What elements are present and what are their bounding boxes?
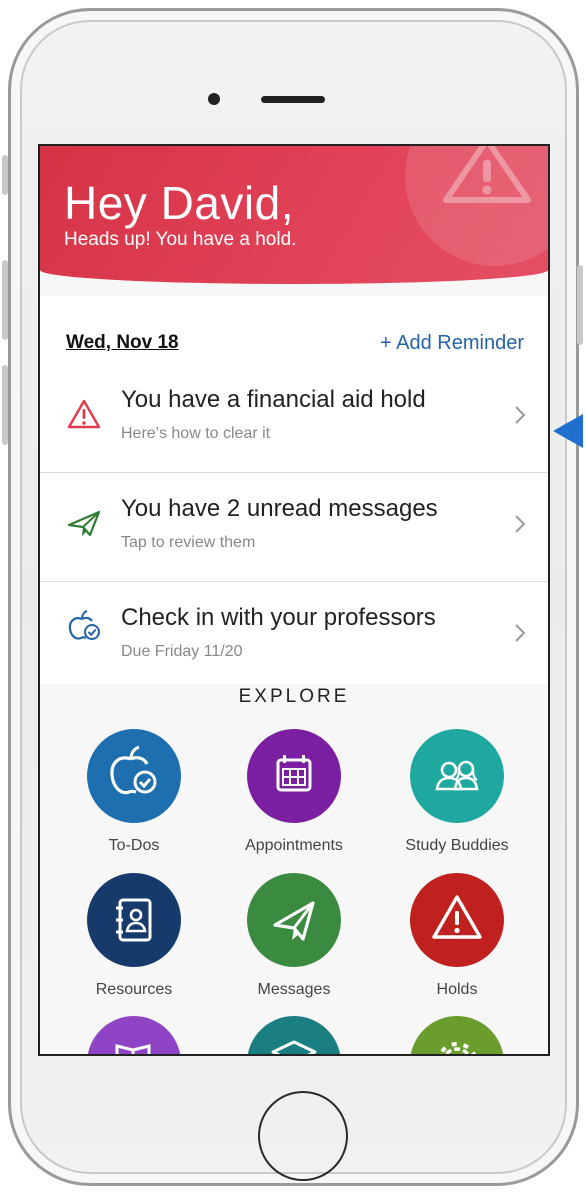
task-subtitle: Here’s how to clear it — [121, 425, 271, 442]
hero-banner: Hey David, Heads up! You have a hold. — [40, 146, 548, 284]
chevron-right-icon — [515, 624, 526, 642]
graduation-cap-icon — [271, 1040, 317, 1054]
task-title: Check in with your professors — [121, 604, 436, 631]
task-subtitle: Due Friday 11/20 — [121, 643, 243, 660]
people-icon — [435, 760, 479, 791]
task-row-financial-hold[interactable]: You have a financial aid hold Here’s how… — [40, 364, 548, 473]
messages-icon-circle — [247, 873, 341, 967]
warning-icon — [432, 895, 482, 939]
resources-icon-circle — [87, 873, 181, 967]
tile-label: Resources — [95, 981, 173, 998]
front-camera — [208, 93, 220, 105]
settings-icon-circle — [410, 1016, 504, 1054]
warning-icon — [443, 146, 531, 203]
tile-holds[interactable]: Holds — [378, 873, 528, 1023]
tile-label: To-Dos — [108, 837, 160, 854]
study-buddies-icon-circle — [410, 729, 504, 823]
library-icon-circle — [87, 1016, 181, 1054]
home-button[interactable] — [258, 1091, 348, 1181]
tile-label: Appointments — [245, 837, 343, 854]
tile-resources[interactable]: Resources — [55, 873, 205, 1023]
task-title: You have 2 unread messages — [121, 495, 438, 522]
app-screen: Hey David, Heads up! You have a hold. We… — [38, 144, 550, 1056]
task-row-unread-messages[interactable]: You have 2 unread messages Tap to review… — [40, 473, 548, 582]
appointments-icon-circle — [247, 729, 341, 823]
pointer-arrow-icon — [553, 414, 583, 448]
gear-icon — [438, 1042, 476, 1054]
tile-messages[interactable]: Messages — [215, 873, 365, 1023]
to-dos-icon-circle — [87, 729, 181, 823]
tile-settings[interactable] — [378, 1016, 528, 1054]
paper-plane-icon — [67, 510, 101, 537]
tile-study-buddies[interactable]: Study Buddies — [378, 729, 528, 879]
tile-label: Messages — [257, 981, 331, 998]
add-reminder-button[interactable]: + Add Reminder — [380, 332, 524, 355]
date-label: Wed, Nov 18 — [66, 332, 179, 353]
tile-appointments[interactable]: Appointments — [215, 729, 365, 879]
tile-to-dos[interactable]: To-Dos — [55, 729, 205, 879]
academics-icon-circle — [247, 1016, 341, 1054]
greeting-title: Hey David, — [64, 177, 294, 229]
task-title: You have a financial aid hold — [121, 386, 426, 413]
tile-library[interactable] — [55, 1016, 205, 1054]
address-book-icon — [116, 898, 152, 942]
task-list: You have a financial aid hold Here’s how… — [40, 364, 548, 691]
volume-up-button — [2, 260, 8, 340]
chevron-right-icon — [515, 406, 526, 424]
calendar-icon — [276, 755, 312, 792]
explore-heading: EXPLORE — [238, 686, 350, 707]
apple-check-icon — [68, 610, 100, 640]
hold-notice: Heads up! You have a hold. — [64, 229, 297, 250]
volume-down-button — [2, 365, 8, 445]
paper-plane-icon — [273, 901, 315, 941]
earpiece-speaker — [261, 96, 325, 103]
mute-switch — [2, 155, 8, 195]
chevron-right-icon — [515, 515, 526, 533]
tile-label: Study Buddies — [405, 837, 509, 854]
book-icon — [115, 1044, 151, 1054]
tile-academics[interactable] — [215, 1016, 365, 1054]
tile-label: Holds — [436, 981, 478, 998]
warning-icon — [67, 399, 101, 429]
holds-icon-circle — [410, 873, 504, 967]
apple-check-icon — [110, 745, 157, 795]
today-card: Wed, Nov 18 + Add Reminder You have a fi… — [40, 296, 548, 684]
task-row-check-in-professors[interactable]: Check in with your professors Due Friday… — [40, 582, 548, 691]
task-subtitle: Tap to review them — [121, 534, 256, 551]
power-button — [577, 265, 583, 345]
